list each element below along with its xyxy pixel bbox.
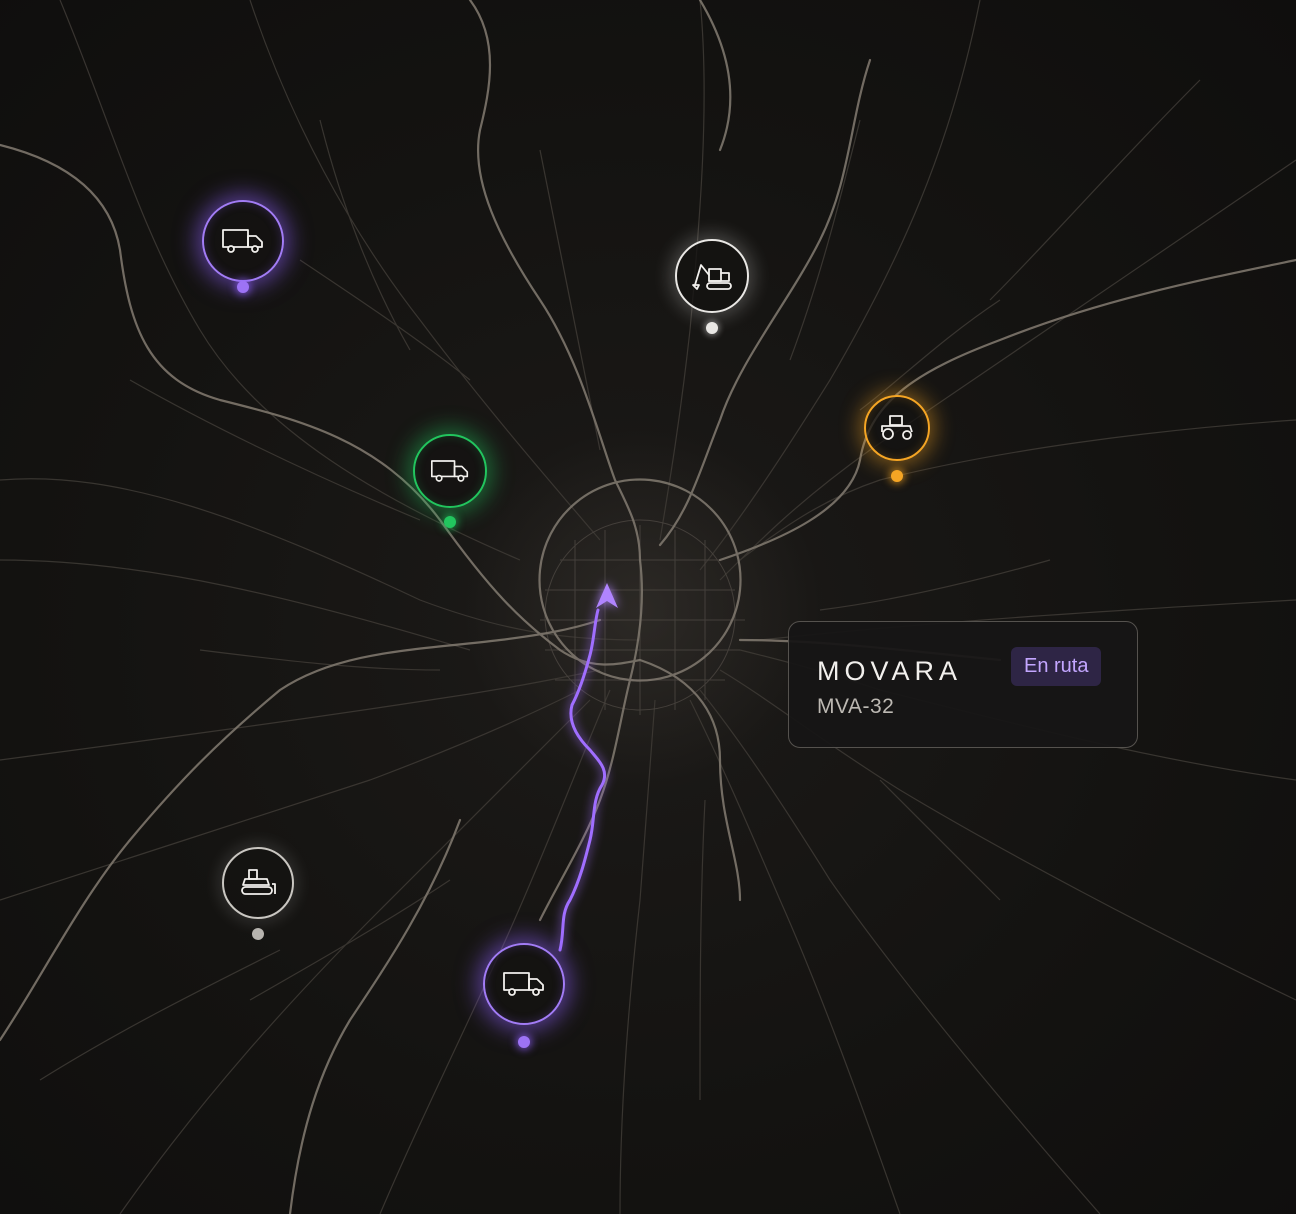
vehicle-info-card[interactable]: MOVARA En ruta MVA-32 (788, 621, 1138, 748)
vehicle-marker-bulldozer-sw[interactable] (208, 833, 308, 953)
bulldozer-icon (241, 869, 276, 895)
marker-ring (675, 239, 749, 313)
marker-ring (222, 847, 294, 919)
vehicle-marker-truck-nw[interactable] (193, 191, 293, 311)
marker-ring (864, 395, 930, 461)
vehicle-marker-truck-west[interactable] (400, 421, 500, 541)
vehicle-marker-excavator-north[interactable] (662, 226, 762, 346)
status-dot (518, 1036, 530, 1048)
map-roads-layer (0, 0, 1296, 1214)
status-dot (706, 322, 718, 334)
status-dot (891, 470, 903, 482)
status-dot (444, 516, 456, 528)
vehicle-id: MVA-32 (817, 695, 895, 718)
brand-logo: MOVARA (817, 656, 963, 686)
tractor-icon (881, 415, 913, 440)
excavator-icon (692, 264, 732, 290)
status-dot (237, 281, 249, 293)
truck-icon (222, 229, 263, 253)
status-badge: En ruta (1011, 647, 1102, 686)
vehicle-marker-truck-south-active[interactable] (474, 934, 574, 1054)
vehicle-marker-tractor-east[interactable] (847, 378, 947, 498)
truck-icon (431, 460, 469, 482)
marker-ring (202, 200, 284, 282)
marker-ring (413, 434, 487, 508)
map-view[interactable]: MOVARA En ruta MVA-32 (0, 0, 1296, 1214)
marker-ring (483, 943, 565, 1025)
status-dot (252, 928, 264, 940)
truck-icon (503, 972, 544, 996)
